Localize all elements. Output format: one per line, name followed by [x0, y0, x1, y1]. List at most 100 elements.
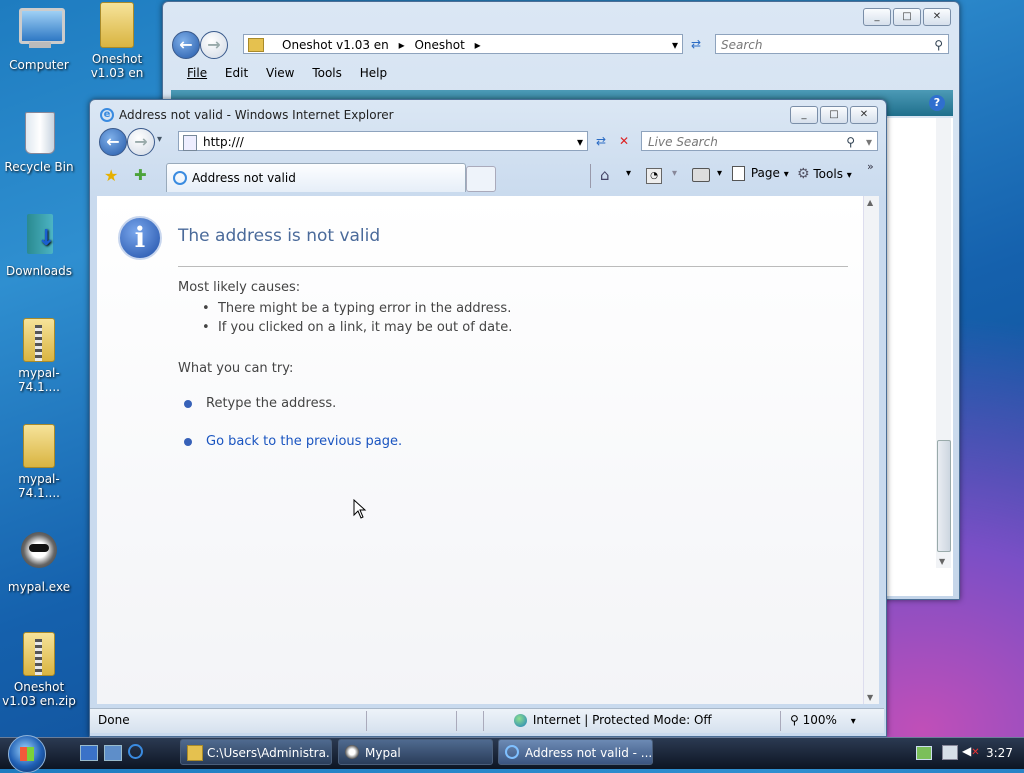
search-icon[interactable]: ⚲ — [846, 132, 855, 152]
ie-content-area: i The address is not valid Most likely c… — [97, 196, 863, 704]
page-icon — [732, 166, 745, 181]
mouse-cursor-icon — [353, 499, 367, 519]
try-title: What you can try: — [178, 361, 294, 376]
status-separator — [483, 711, 484, 731]
desktop-icon-oneshot-zip[interactable]: Oneshot v1.03 en.zip — [0, 632, 78, 708]
home-icon[interactable]: ⌂ — [600, 166, 610, 184]
gear-icon: ⚙ — [797, 166, 810, 182]
scroll-up-arrow[interactable]: ▲ — [867, 198, 873, 207]
address-dropdown-icon[interactable]: ▾ — [577, 132, 583, 152]
menu-file[interactable]: File — [187, 66, 207, 80]
retype-suggestion: Retype the address. — [184, 396, 336, 411]
favorites-center-icon[interactable]: ★ — [104, 166, 118, 185]
desktop-icon-downloads[interactable]: ↓ Downloads — [0, 212, 78, 278]
ie-maximize-button[interactable]: □ — [820, 106, 848, 124]
chevron-down-icon[interactable]: ▾ — [672, 168, 677, 179]
desktop-icon-label: Computer — [9, 58, 69, 72]
new-tab-button[interactable] — [466, 166, 496, 192]
info-icon: i — [118, 216, 162, 260]
tools-menu-button[interactable]: ⚙ Tools ▾ — [797, 166, 852, 182]
status-separator — [366, 711, 367, 731]
ie-minimize-button[interactable]: _ — [790, 106, 818, 124]
taskbar-button-mypal[interactable]: Mypal — [338, 739, 493, 765]
desktop-icon-mypal-folder[interactable]: mypal-74.1.... — [0, 424, 78, 500]
folder-icon — [187, 745, 203, 761]
ie-forward-button[interactable]: → — [127, 128, 155, 156]
chevron-right-icon: ▸ — [474, 38, 481, 52]
menu-help[interactable]: Help — [360, 66, 387, 80]
windows-logo-icon — [20, 747, 34, 761]
chevron-down-icon[interactable]: ▾ — [717, 168, 722, 179]
quick-launch-switch-windows-icon[interactable] — [104, 745, 122, 761]
feeds-icon[interactable]: ◔ — [646, 168, 662, 184]
computer-icon — [15, 6, 65, 54]
explorer-minimize-button[interactable]: _ — [863, 8, 891, 26]
search-icon[interactable]: ⚲ — [934, 35, 943, 55]
taskbar-button-ie[interactable]: Address not valid - ... — [498, 739, 653, 765]
desktop-icon-recycle-bin[interactable]: Recycle Bin — [0, 108, 78, 174]
ie-close-button[interactable]: ✕ — [850, 106, 878, 124]
toolbar-separator — [590, 164, 591, 188]
taskbar-button-explorer[interactable]: C:\Users\Administra... — [180, 739, 332, 765]
stop-icon[interactable]: ✕ — [613, 131, 635, 151]
go-back-link[interactable]: Go back to the previous page. — [184, 434, 402, 449]
ie-tab-active[interactable]: Address not valid — [166, 163, 466, 192]
ie-live-search-input[interactable]: Live Search ⚲ ▾ — [641, 131, 878, 151]
quick-launch-ie-icon[interactable] — [128, 744, 143, 759]
search-dropdown-icon[interactable]: ▾ — [866, 132, 872, 152]
error-heading: The address is not valid — [178, 226, 381, 246]
desktop-icon-label: Recycle Bin — [4, 160, 74, 174]
add-favorites-icon[interactable]: ✚ — [134, 166, 147, 184]
print-icon[interactable] — [692, 168, 710, 182]
menu-tools[interactable]: Tools — [312, 66, 342, 80]
refresh-icon[interactable]: ⇄ — [590, 131, 612, 151]
explorer-breadcrumb[interactable]: Oneshot v1.03 en ▸ Oneshot ▸ ▾ — [243, 34, 683, 54]
desktop-icon-mypal-exe[interactable]: mypal.exe — [0, 528, 78, 594]
safely-remove-icon[interactable] — [916, 746, 932, 760]
quick-launch-show-desktop-icon[interactable] — [80, 745, 98, 761]
clock[interactable]: 3:27 — [986, 746, 1013, 760]
scroll-thumb[interactable] — [937, 440, 951, 552]
explorer-menu-bar: File Edit View Tools Help — [187, 66, 401, 80]
ie-window-title: Address not valid - Windows Internet Exp… — [119, 108, 394, 122]
menu-edit[interactable]: Edit — [225, 66, 248, 80]
scroll-down-arrow[interactable]: ▼ — [939, 557, 945, 566]
ie-address-bar[interactable]: http:/// ▾ — [178, 131, 588, 151]
status-text: Done — [98, 713, 130, 727]
page-menu-button[interactable]: Page ▾ — [732, 166, 789, 181]
chevron-double-right-icon[interactable]: » — [867, 160, 874, 173]
explorer-back-button[interactable]: ← — [172, 31, 200, 59]
desktop-icon-mypal-zip[interactable]: mypal-74.1.... — [0, 318, 78, 394]
desktop-icon-computer[interactable]: Computer — [0, 6, 78, 72]
explorer-forward-button[interactable]: → — [200, 31, 228, 59]
explorer-maximize-button[interactable]: □ — [893, 8, 921, 26]
desktop-icon-oneshot-folder[interactable]: Oneshot v1.03 en — [78, 2, 156, 80]
breadcrumb-item[interactable]: Oneshot — [414, 38, 464, 52]
explorer-search-input[interactable]: Search ⚲ — [715, 34, 949, 54]
cause-item: • There might be a typing error in the a… — [202, 301, 512, 316]
explorer-vertical-scrollbar[interactable]: ▼ — [936, 118, 951, 568]
scroll-down-arrow[interactable]: ▼ — [867, 693, 873, 702]
ie-vertical-scrollbar[interactable]: ▲ ▼ — [863, 196, 879, 704]
ie-logo-icon: e — [100, 108, 114, 122]
menu-view[interactable]: View — [266, 66, 294, 80]
help-icon[interactable]: ? — [929, 95, 945, 111]
zip-folder-icon — [23, 318, 55, 362]
recycle-bin-icon — [15, 108, 63, 156]
chevron-down-icon[interactable]: ▾ — [626, 168, 631, 179]
start-button[interactable] — [8, 735, 46, 773]
page-icon — [183, 135, 197, 151]
volume-muted-icon[interactable]: ◀✕ — [962, 744, 980, 758]
explorer-close-button[interactable]: ✕ — [923, 8, 951, 26]
chevron-down-icon[interactable]: ▾ — [672, 35, 678, 55]
breadcrumb-item[interactable]: Oneshot v1.03 en — [282, 38, 389, 52]
zoom-control[interactable]: ⚲ 100% ▾ — [790, 713, 856, 727]
chevron-right-icon: ▸ — [398, 38, 405, 52]
chevron-down-icon: ▾ — [850, 716, 856, 727]
folder-icon — [100, 2, 134, 48]
network-icon[interactable] — [942, 745, 958, 760]
ie-back-button[interactable]: ← — [99, 128, 127, 156]
refresh-icon[interactable]: ⇄ — [685, 34, 707, 54]
security-zone[interactable]: Internet | Protected Mode: Off — [514, 713, 712, 727]
nav-history-dropdown-icon[interactable]: ▾ — [157, 134, 162, 145]
